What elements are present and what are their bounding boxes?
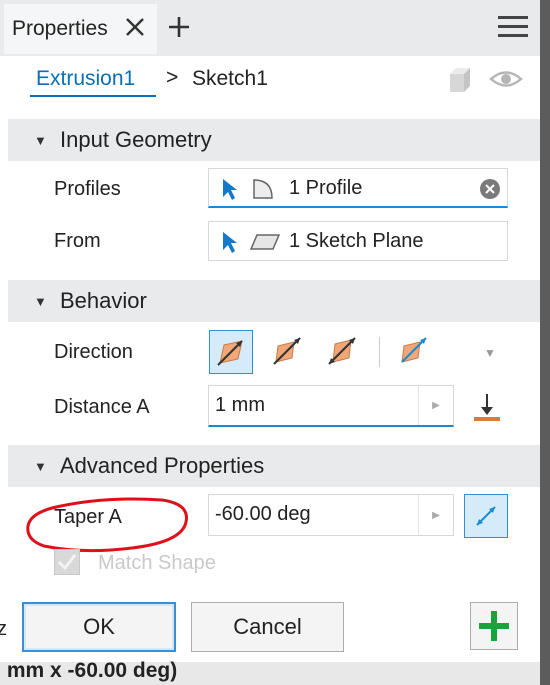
spinner-icon[interactable]: ▶ (418, 386, 453, 425)
from-selector[interactable]: 1 Sketch Plane (208, 221, 508, 261)
flip-icon (476, 506, 496, 526)
clear-icon[interactable] (479, 178, 501, 200)
distance-a-input[interactable]: 1 mm ▶ (208, 385, 454, 427)
background-status-text: : mm x -60.00 deg) (0, 659, 178, 682)
hamburger-menu-icon[interactable] (496, 14, 530, 40)
background-window-edge (540, 0, 550, 685)
direction-dropdown-arrow-icon[interactable]: ▼ (484, 346, 496, 360)
divider (379, 337, 380, 367)
distance-a-label: Distance A (54, 396, 150, 418)
direction-label: Direction (54, 341, 133, 363)
section-input-geometry-title: Input Geometry (60, 127, 212, 152)
ok-button[interactable]: OK (22, 602, 176, 652)
collapse-arrow-icon[interactable]: ▼ (34, 294, 47, 309)
tab-properties-label: Properties (12, 17, 108, 40)
checkmark-icon (57, 554, 77, 571)
cursor-icon (223, 232, 237, 253)
collapse-arrow-icon[interactable]: ▼ (34, 459, 47, 474)
breadcrumb-parent-link[interactable]: Extrusion1 (36, 67, 135, 91)
profile-icon (253, 179, 273, 199)
cube-icon[interactable] (444, 64, 476, 96)
section-advanced-properties-title: Advanced Properties (60, 453, 265, 478)
profiles-value: 1 Profile (289, 177, 363, 199)
background-edge-text: z (0, 618, 7, 640)
match-shape-checkbox[interactable] (54, 549, 80, 575)
direction-flipped-icon (273, 337, 301, 365)
taper-a-value: -60.00 deg (215, 503, 311, 525)
direction-symmetric-button[interactable] (321, 330, 365, 374)
red-annotation-circle (26, 497, 188, 553)
plane-icon (249, 234, 281, 250)
add-icon[interactable] (166, 14, 192, 40)
match-shape-label: Match Shape (98, 552, 216, 574)
collapse-arrow-icon[interactable]: ▼ (34, 133, 47, 148)
direction-asymmetric-button[interactable] (392, 330, 436, 374)
cancel-button[interactable]: Cancel (191, 602, 344, 652)
cursor-icon (223, 179, 237, 200)
eye-icon[interactable] (489, 65, 523, 93)
direction-flipped-button[interactable] (266, 330, 310, 374)
from-label: From (54, 230, 101, 252)
apply-add-button[interactable] (470, 602, 518, 650)
direction-default-button[interactable] (209, 330, 253, 374)
breadcrumb-separator: > (166, 66, 179, 89)
taper-flip-button[interactable] (464, 494, 508, 538)
direction-default-icon (217, 340, 243, 366)
close-icon[interactable] (122, 14, 148, 40)
direction-asymmetric-icon (401, 337, 427, 363)
breadcrumb-underline (30, 95, 156, 97)
profiles-label: Profiles (54, 178, 121, 200)
measure-icon[interactable] (470, 390, 504, 424)
direction-symmetric-icon (328, 337, 356, 365)
spinner-icon[interactable]: ▶ (418, 495, 453, 535)
breadcrumb-current: Sketch1 (192, 67, 268, 90)
profiles-selector[interactable]: 1 Profile (208, 168, 508, 208)
distance-a-value: 1 mm (215, 394, 265, 416)
section-behavior-title: Behavior (60, 288, 147, 313)
from-value: 1 Sketch Plane (289, 230, 424, 252)
plus-icon (479, 611, 509, 641)
taper-a-input[interactable]: -60.00 deg ▶ (208, 494, 454, 536)
